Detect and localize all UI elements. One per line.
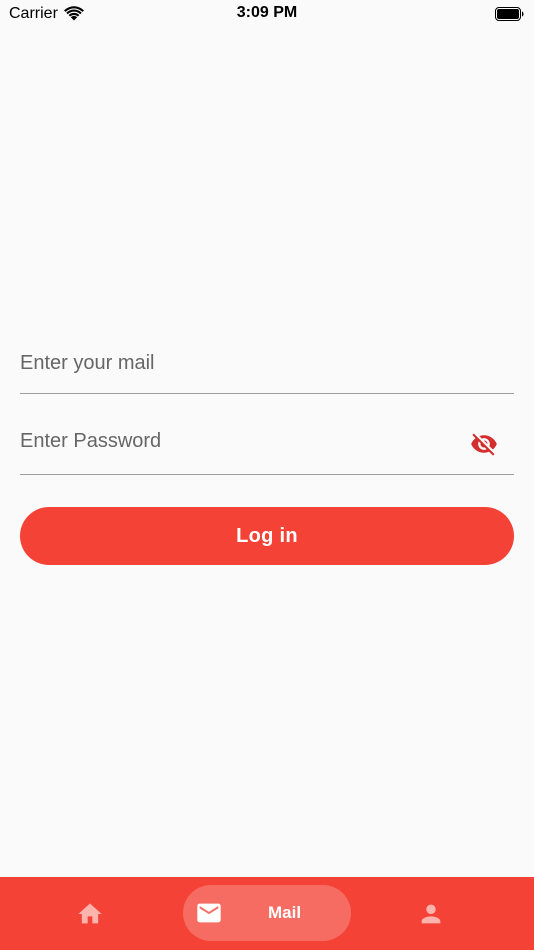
nav-item-home[interactable] <box>66 896 114 932</box>
nav-item-mail[interactable]: Mail <box>183 885 351 941</box>
nav-item-mail-label: Mail <box>268 903 302 922</box>
mail-icon <box>197 903 221 923</box>
bottom-nav: Mail <box>0 877 534 950</box>
person-icon <box>421 904 441 924</box>
battery-icon <box>495 7 524 21</box>
clock: 3:09 PM <box>236 4 298 21</box>
password-field <box>20 418 514 475</box>
login-screen: Carrier 3:09 PM Log in <box>0 0 534 950</box>
home-icon <box>78 903 102 924</box>
password-input[interactable] <box>20 426 460 456</box>
email-input[interactable] <box>20 348 460 378</box>
email-field <box>20 340 514 394</box>
nav-item-profile[interactable] <box>407 896 455 932</box>
status-bar: Carrier 3:09 PM <box>0 0 534 30</box>
login-button[interactable]: Log in <box>20 507 514 565</box>
eye-off-icon[interactable] <box>470 430 498 458</box>
